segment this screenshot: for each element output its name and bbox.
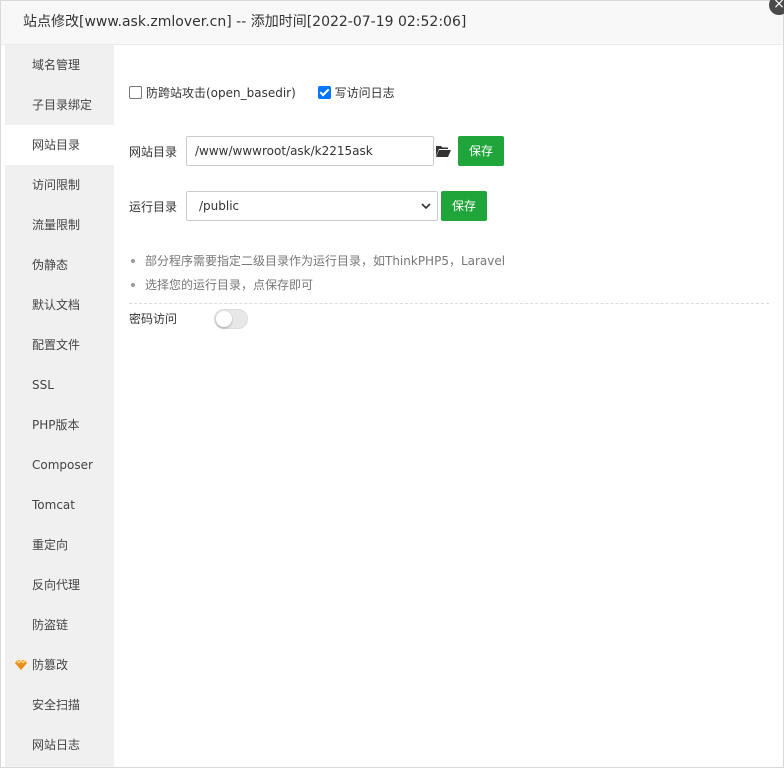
sidebar-item-site-log[interactable]: 网站日志 xyxy=(5,725,114,765)
log-options-row: 防跨站攻击(open_basedir) 写访问日志 xyxy=(129,85,413,101)
tip-item: 部分程序需要指定二级目录作为运行目录，如ThinkPHP5，Laravel xyxy=(129,249,769,273)
site-dir-save-button[interactable]: 保存 xyxy=(458,136,505,166)
anti-cross-site-checkbox[interactable] xyxy=(129,86,142,99)
toggle-knob xyxy=(216,311,232,327)
chevron-down-icon xyxy=(421,203,431,210)
sidebar-item-composer[interactable]: Composer xyxy=(5,445,114,485)
sidebar-item-default-doc[interactable]: 默认文档 xyxy=(5,285,114,325)
password-access-label: 密码访问 xyxy=(129,312,178,326)
write-access-log-checkbox[interactable] xyxy=(317,86,331,99)
sidebar: 域名管理 子目录绑定 网站目录 访问限制 流量限制 伪静态 默认文档 配置文件 … xyxy=(5,45,114,767)
sidebar-item-site-dir[interactable]: 网站目录 xyxy=(5,125,114,165)
main-panel: 防跨站攻击(open_basedir) 写访问日志 网站目录 /www/wwwr… xyxy=(114,45,783,767)
close-icon: × xyxy=(773,0,784,12)
sidebar-item-reverse-proxy[interactable]: 反向代理 xyxy=(5,565,114,605)
folder-open-icon[interactable] xyxy=(435,145,451,158)
sidebar-item-access-limit[interactable]: 访问限制 xyxy=(5,165,114,205)
sidebar-item-ssl[interactable]: SSL xyxy=(5,365,114,405)
sidebar-item-label: 防篡改 xyxy=(32,658,69,672)
site-dir-label: 网站目录 xyxy=(129,145,178,159)
run-dir-select[interactable]: /public xyxy=(186,191,438,221)
sidebar-item-subdir-binding[interactable]: 子目录绑定 xyxy=(5,85,114,125)
sidebar-item-traffic-limit[interactable]: 流量限制 xyxy=(5,205,114,245)
sidebar-item-php-version[interactable]: PHP版本 xyxy=(5,405,114,445)
sidebar-item-tomcat[interactable]: Tomcat xyxy=(5,485,114,525)
run-dir-selected-value: /public xyxy=(199,199,240,213)
sidebar-item-tamper-proof[interactable]: 防篡改 xyxy=(5,645,114,685)
dialog-title: 站点修改[www.ask.zmlover.cn] -- 添加时间[2022-07… xyxy=(1,1,783,45)
site-settings-dialog: 站点修改[www.ask.zmlover.cn] -- 添加时间[2022-07… xyxy=(0,0,784,768)
tip-item: 选择您的运行目录，点保存即可 xyxy=(129,273,769,297)
sidebar-item-domain[interactable]: 域名管理 xyxy=(5,45,114,85)
sidebar-item-config-file[interactable]: 配置文件 xyxy=(5,325,114,365)
run-dir-label: 运行目录 xyxy=(129,200,178,214)
sidebar-item-security-scan[interactable]: 安全扫描 xyxy=(5,685,114,725)
password-access-toggle[interactable] xyxy=(214,309,248,329)
gem-icon xyxy=(15,659,27,670)
tips-list: 部分程序需要指定二级目录作为运行目录，如ThinkPHP5，Laravel 选择… xyxy=(129,249,769,304)
write-access-log-label[interactable]: 写访问日志 xyxy=(335,86,395,100)
anti-cross-site-label[interactable]: 防跨站攻击(open_basedir) xyxy=(146,86,296,100)
site-dir-input[interactable]: /www/wwwroot/ask/k2215ask xyxy=(186,136,434,166)
sidebar-item-rewrite[interactable]: 伪静态 xyxy=(5,245,114,285)
sidebar-item-redirect[interactable]: 重定向 xyxy=(5,525,114,565)
run-dir-save-button[interactable]: 保存 xyxy=(441,191,488,221)
sidebar-item-hotlink[interactable]: 防盗链 xyxy=(5,605,114,645)
